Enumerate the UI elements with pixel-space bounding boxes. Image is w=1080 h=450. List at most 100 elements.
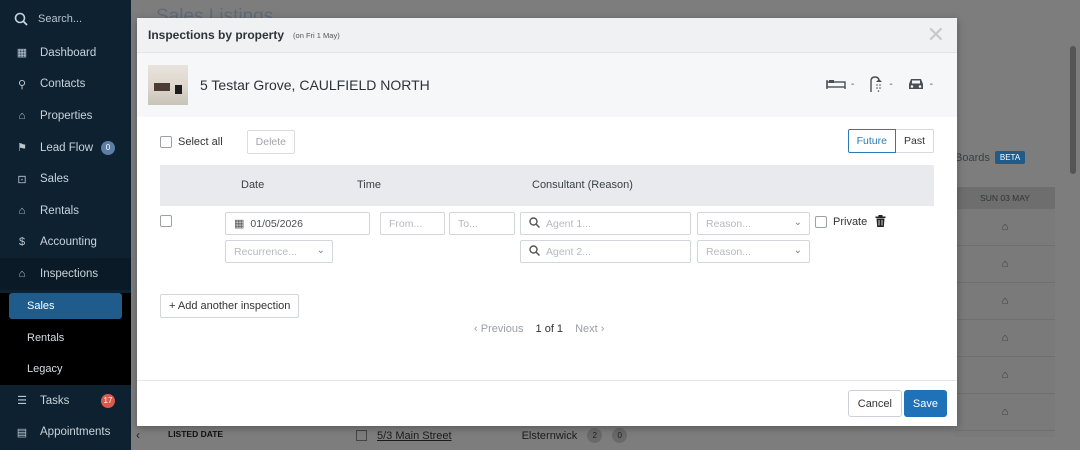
reason2-select[interactable]: Reason... ⌄ <box>697 240 810 263</box>
funnel-icon: ⚑ <box>17 142 27 155</box>
date-column-header: Date <box>241 179 265 191</box>
recurrence-placeholder: Recurrence... <box>234 245 298 258</box>
house-icon[interactable]: ⌂ <box>955 394 1055 431</box>
property-features: - - - <box>826 75 933 93</box>
house-icon[interactable]: ⌂ <box>955 320 1055 357</box>
inspections-submenu: Sales Rentals Legacy <box>0 292 131 385</box>
sidebar-item-label: Properties <box>40 109 93 122</box>
private-toggle[interactable]: Private <box>815 216 867 228</box>
inspection-table-header: Date Time Consultant (Reason) <box>160 165 934 206</box>
past-tab[interactable]: Past <box>895 129 934 153</box>
bed-count: - <box>850 78 855 90</box>
car-feature: - <box>907 77 933 91</box>
scrollbar[interactable] <box>1070 46 1076 174</box>
next-label: Next <box>575 323 598 335</box>
page-indicator: 1 of 1 <box>535 323 564 335</box>
sidebar-item-dashboard[interactable]: ▦ Dashboard <box>0 37 131 69</box>
save-button[interactable]: Save <box>903 390 947 417</box>
chevron-down-icon: ⌄ <box>793 245 802 256</box>
house-icon[interactable]: ⌂ <box>955 209 1055 246</box>
previous-page[interactable]: ‹ Previous <box>474 323 524 335</box>
sidebar-item-accounting[interactable]: $ Accounting <box>0 227 131 259</box>
time-to-field[interactable]: To... <box>449 212 515 235</box>
lead-flow-badge: 0 <box>101 140 115 155</box>
sidebar: Search... ▦ Dashboard ⚲ Contacts ⌂ Properti… <box>0 0 131 450</box>
sidebar-item-tasks[interactable]: ☰ Tasks 17 <box>0 385 131 417</box>
reason2-placeholder: Reason... <box>706 245 751 258</box>
chevron-down-icon: ⌄ <box>316 245 325 256</box>
modal-title: Inspections by property <box>148 28 285 42</box>
reason1-select[interactable]: Reason... ⌄ <box>697 212 810 235</box>
private-checkbox[interactable] <box>815 216 827 228</box>
time-from-field[interactable]: From... <box>380 212 445 235</box>
sidebar-item-inspections[interactable]: ⌂ Inspections <box>0 258 131 290</box>
checklist-icon: ☰ <box>17 395 27 408</box>
agent2-placeholder: Agent 2... <box>546 245 591 258</box>
property-header: 5 Testar Grove, CAULFIELD NORTH - - - <box>137 53 957 117</box>
column-header: SUN 03 MAY <box>955 187 1055 209</box>
beta-badge: BETA <box>994 151 1026 164</box>
calendar-column: SUN 03 MAY ⌂ ⌂ ⌂ ⌂ ⌂ ⌂ <box>955 187 1055 437</box>
sidebar-subitem-rentals[interactable]: Rentals <box>0 322 131 354</box>
sign-icon: ⊡ <box>17 173 27 186</box>
collapse-icon[interactable]: ‹ <box>136 428 140 442</box>
time-column-header: Time <box>357 179 382 191</box>
row-checkbox[interactable] <box>356 430 367 441</box>
agent2-field[interactable]: Agent 2... <box>520 240 691 263</box>
agent1-field[interactable]: Agent 1... <box>520 212 691 235</box>
future-tab[interactable]: Future <box>847 129 896 153</box>
calendar-icon: ▤ <box>16 426 28 439</box>
recurrence-select[interactable]: Recurrence... ⌄ <box>225 240 333 263</box>
sidebar-item-properties[interactable]: ⌂ Properties <box>0 100 131 132</box>
inspections-toolbar: Select all Delete Future Past <box>160 129 934 154</box>
sidebar-search[interactable]: Search... <box>0 0 131 37</box>
modal-footer: Cancel Save <box>137 380 957 426</box>
search-icon <box>529 216 541 231</box>
property-thumbnail <box>148 65 188 105</box>
row-chip: 0 <box>612 428 628 443</box>
close-icon[interactable]: ✕ <box>927 24 945 46</box>
car-icon <box>908 79 923 89</box>
chevron-left-icon: ‹ <box>474 323 481 335</box>
boards-label: Boards <box>955 151 990 164</box>
previous-label: Previous <box>480 323 524 335</box>
sidebar-item-sales[interactable]: ⊡ Sales <box>0 163 131 195</box>
sidebar-item-label: Appointments <box>40 426 111 439</box>
house-search-icon: ⌂ <box>18 267 26 280</box>
house-icon[interactable]: ⌂ <box>955 246 1055 283</box>
chevron-right-icon: › <box>597 323 605 335</box>
sidebar-item-appointments[interactable]: ▤ Appointments <box>0 416 131 448</box>
sidebar-item-rentals[interactable]: ⌂ Rentals <box>0 195 131 227</box>
sidebar-item-label: Rentals <box>40 204 79 217</box>
sidebar-item-label: Dashboard <box>40 46 97 59</box>
date-value: 01/05/2026 <box>250 217 303 230</box>
sidebar-item-contacts[interactable]: ⚲ Contacts <box>0 69 131 101</box>
car-count: - <box>929 78 933 90</box>
add-inspection-button[interactable]: + Add another inspection <box>160 294 300 318</box>
home-icon: ⌂ <box>18 109 26 122</box>
bed-icon <box>826 80 846 89</box>
listed-date-label: LISTED DATE <box>168 429 224 439</box>
delete-button[interactable]: Delete <box>246 130 295 154</box>
search-icon <box>14 12 28 26</box>
boards-toggle[interactable]: Boards BETA <box>955 151 1026 164</box>
sidebar-subitem-sales[interactable]: Sales <box>9 292 122 319</box>
sidebar-subitem-legacy[interactable]: Legacy <box>0 353 131 385</box>
table-row: 5/3 Main Street Elsternwick 2 0 <box>356 428 628 443</box>
person-icon: ⚲ <box>17 78 27 91</box>
select-all[interactable]: Select all <box>160 136 223 148</box>
select-all-checkbox[interactable] <box>160 136 172 148</box>
sidebar-item-label: Tasks <box>40 394 70 407</box>
row-chip: 2 <box>587 428 603 443</box>
trash-icon[interactable] <box>875 215 886 230</box>
sidebar-search-label: Search... <box>38 12 83 25</box>
house-icon[interactable]: ⌂ <box>955 283 1055 320</box>
sidebar-item-lead-flow[interactable]: ⚑ Lead Flow 0 <box>0 132 131 164</box>
house-icon[interactable]: ⌂ <box>955 357 1055 394</box>
bed-feature: - <box>826 78 854 90</box>
date-field[interactable]: ▦ 01/05/2026 <box>225 212 370 235</box>
row-checkbox[interactable] <box>160 215 172 227</box>
row-address-link[interactable]: 5/3 Main Street <box>377 430 452 442</box>
cancel-button[interactable]: Cancel <box>847 390 902 417</box>
next-page[interactable]: Next › <box>575 323 604 335</box>
